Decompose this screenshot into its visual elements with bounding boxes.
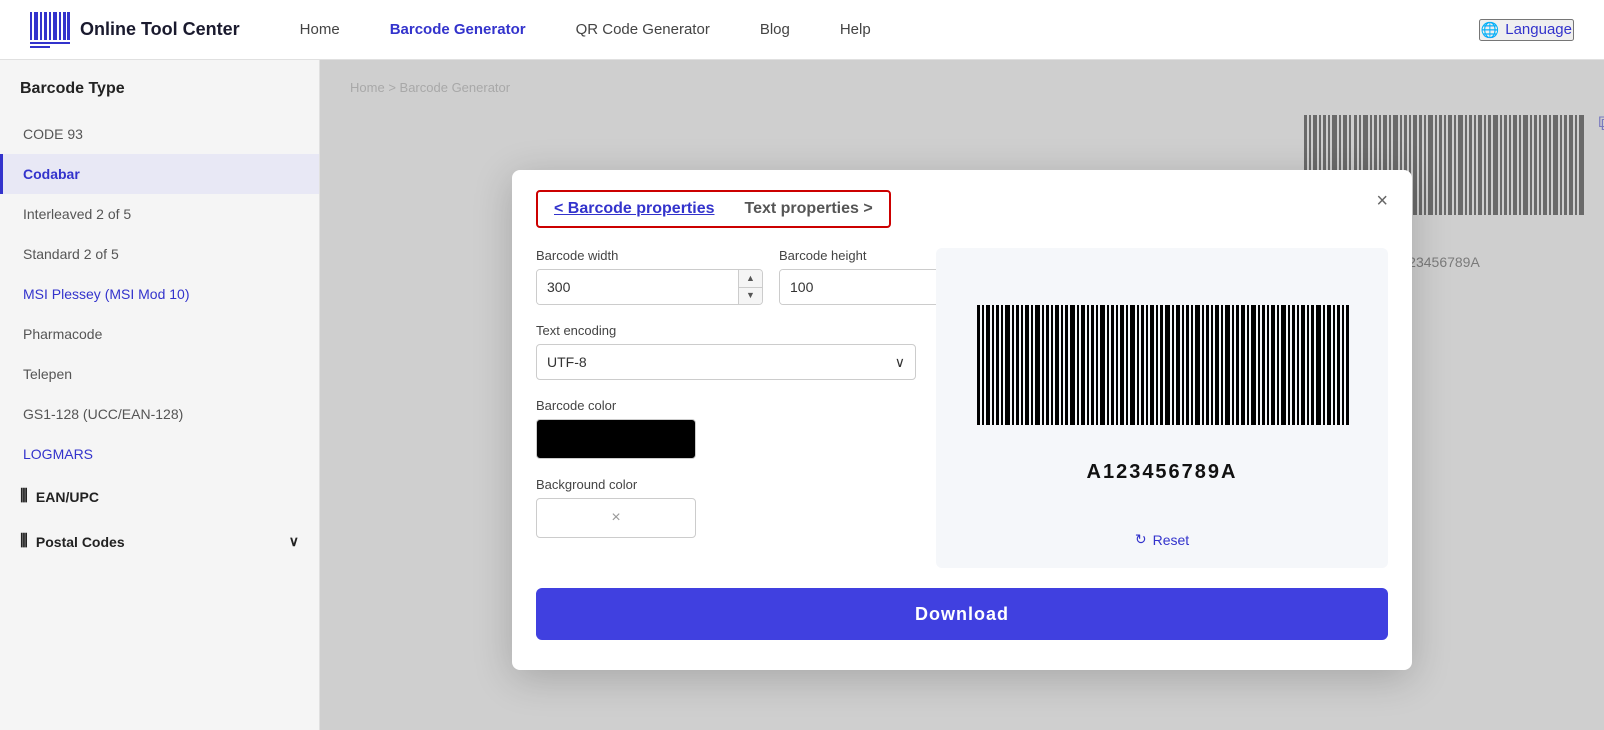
- modal-dialog: < Barcode properties Text properties > ×…: [512, 170, 1412, 670]
- text-encoding-select[interactable]: UTF-8 ∨: [536, 344, 916, 380]
- sidebar-item-logmars[interactable]: LOGMARS: [0, 434, 319, 474]
- dimensions-row: Barcode width ▲ ▼ Barcode height: [536, 248, 916, 305]
- modal-tabs: < Barcode properties Text properties >: [536, 190, 891, 228]
- globe-icon: 🌐: [1481, 21, 1500, 39]
- barcode-width-group: Barcode width ▲ ▼: [536, 248, 763, 305]
- download-section: Download: [512, 568, 1412, 640]
- sidebar-item-telepen[interactable]: Telepen: [0, 354, 319, 394]
- barcode-preview-label: A123456789A: [1087, 461, 1238, 484]
- header-right: 🌐 Language: [1479, 19, 1574, 41]
- nav-barcode-generator[interactable]: Barcode Generator: [390, 21, 526, 38]
- sidebar-group-postal-label: Postal Codes: [36, 534, 125, 550]
- language-button[interactable]: 🌐 Language: [1479, 19, 1574, 41]
- sidebar-item-msi[interactable]: MSI Plessey (MSI Mod 10): [0, 274, 319, 314]
- sidebar-item-standard2of5[interactable]: Standard 2 of 5: [0, 234, 319, 274]
- ean-barcode-icon: ⦀: [20, 486, 28, 507]
- sidebar-item-interleaved[interactable]: Interleaved 2 of 5: [0, 194, 319, 234]
- sidebar-title: Barcode Type: [0, 80, 319, 114]
- logo-barcode-icon: [30, 12, 70, 48]
- sidebar-group-postal[interactable]: ⦀ Postal Codes ∨: [0, 519, 319, 564]
- modal-close-button[interactable]: ×: [1376, 190, 1388, 213]
- sidebar-item-gs1[interactable]: GS1-128 (UCC/EAN-128): [0, 394, 319, 434]
- tab-barcode-properties[interactable]: < Barcode properties: [554, 200, 715, 218]
- text-encoding-group: Text encoding UTF-8 ∨: [536, 323, 916, 380]
- nav-blog[interactable]: Blog: [760, 21, 790, 38]
- language-label: Language: [1505, 21, 1572, 38]
- barcode-width-input-wrap: ▲ ▼: [536, 269, 763, 305]
- encoding-chevron-icon: ∨: [895, 354, 905, 371]
- header: Online Tool Center Home Barcode Generato…: [0, 0, 1604, 60]
- site-title: Online Tool Center: [80, 19, 240, 40]
- form-panel: Barcode width ▲ ▼ Barcode height: [536, 248, 916, 568]
- preview-panel: A123456789A ↻ Reset: [936, 248, 1388, 568]
- barcode-color-label: Barcode color: [536, 398, 916, 413]
- nav-home[interactable]: Home: [300, 21, 340, 38]
- barcode-width-input[interactable]: [537, 270, 738, 304]
- sidebar-item-code93[interactable]: CODE 93: [0, 114, 319, 154]
- logo-area: Online Tool Center: [30, 12, 240, 48]
- text-encoding-label: Text encoding: [536, 323, 916, 338]
- sidebar-group-ean[interactable]: ⦀ EAN/UPC: [0, 474, 319, 519]
- postal-barcode-icon: ⦀: [20, 531, 28, 552]
- reset-button[interactable]: ↻ Reset: [1135, 531, 1189, 548]
- main-nav: Home Barcode Generator QR Code Generator…: [300, 21, 1479, 38]
- bg-color-clear-icon[interactable]: ×: [611, 509, 620, 527]
- sidebar-item-pharmacode[interactable]: Pharmacode: [0, 314, 319, 354]
- nav-help[interactable]: Help: [840, 21, 871, 38]
- background-color-label: Background color: [536, 477, 916, 492]
- barcode-color-swatch[interactable]: [536, 419, 696, 459]
- download-button[interactable]: Download: [536, 588, 1388, 640]
- barcode-preview: A123456789A: [972, 268, 1352, 521]
- background-color-input[interactable]: ×: [536, 498, 696, 538]
- background-color-group: Background color ×: [536, 477, 916, 538]
- text-encoding-value: UTF-8: [547, 354, 587, 370]
- barcode-color-group: Barcode color: [536, 398, 916, 459]
- sidebar-item-codabar[interactable]: Codabar: [0, 154, 319, 194]
- nav-qr-generator[interactable]: QR Code Generator: [576, 21, 710, 38]
- reset-label: Reset: [1153, 532, 1190, 548]
- postal-chevron-icon: ∨: [289, 533, 299, 550]
- width-increment-button[interactable]: ▲: [739, 270, 762, 288]
- main-area: Home > Barcode Generator: [320, 60, 1604, 730]
- width-spinners: ▲ ▼: [738, 270, 762, 304]
- preview-barcode-svg: [972, 305, 1352, 455]
- width-decrement-button[interactable]: ▼: [739, 288, 762, 305]
- tab-text-properties[interactable]: Text properties >: [745, 200, 873, 218]
- modal-header: < Barcode properties Text properties > ×: [512, 170, 1412, 228]
- modal-body: Barcode width ▲ ▼ Barcode height: [512, 228, 1412, 568]
- page-content: Barcode Type CODE 93 Codabar Interleaved…: [0, 60, 1604, 730]
- barcode-width-label: Barcode width: [536, 248, 763, 263]
- barcode-svg-container: [972, 305, 1352, 455]
- reset-icon: ↻: [1135, 531, 1147, 548]
- sidebar: Barcode Type CODE 93 Codabar Interleaved…: [0, 60, 320, 730]
- sidebar-group-ean-label: EAN/UPC: [36, 489, 99, 505]
